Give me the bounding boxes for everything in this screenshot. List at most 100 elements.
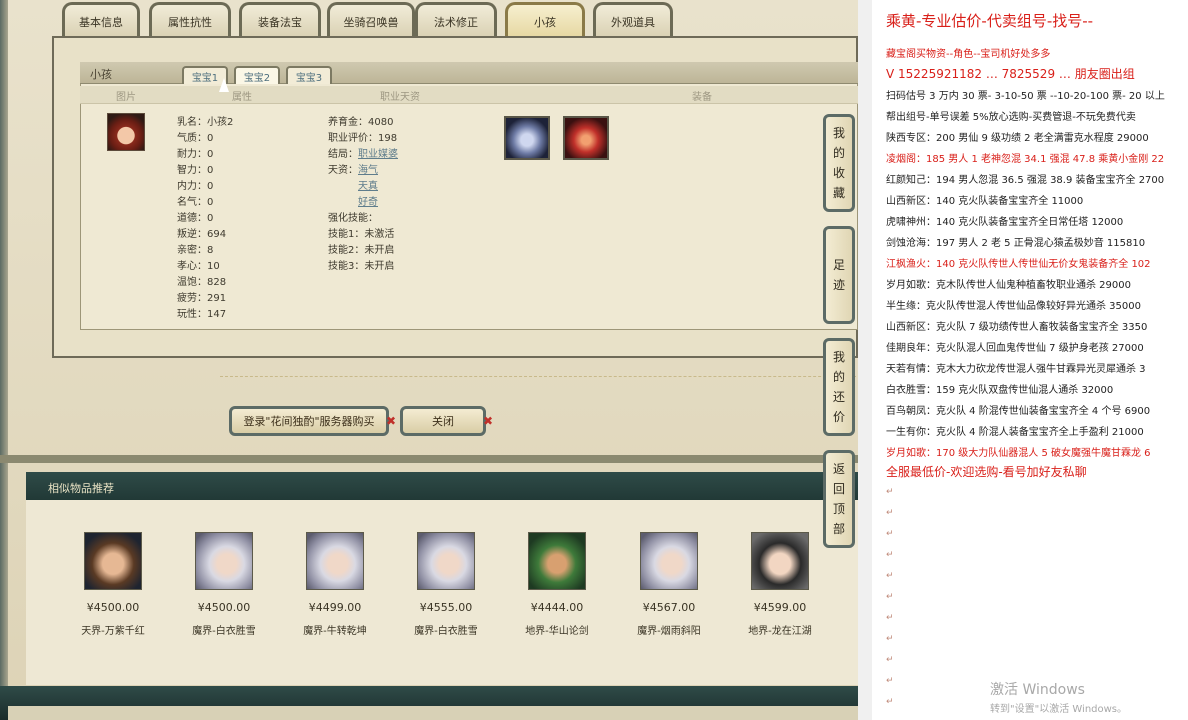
doc-line: 百鸟朝凤：克火队 4 阶混传世仙装备宝宝齐全 4 个号 6900 xyxy=(886,406,1151,417)
paragraph-mark-icon: ↵ xyxy=(886,508,894,518)
similar-item[interactable]: ¥4500.00 天界-万紫千红 xyxy=(68,532,158,637)
similar-item[interactable]: ¥4500.00 魔界-白衣胜雪 xyxy=(179,532,269,637)
stat-temperament: 气质：0 xyxy=(177,133,214,144)
doc-line: 虎啸神州：140 克火队装备宝宝齐全日常任塔 12000 xyxy=(886,217,1124,228)
talent-link-1[interactable]: 海气 xyxy=(358,165,378,176)
kid-avatar xyxy=(107,113,145,151)
stat-endurance: 耐力：0 xyxy=(177,149,214,160)
windows-activation-watermark: 激活 Windows xyxy=(990,682,1085,698)
character-portrait[interactable] xyxy=(306,532,364,590)
doc-line: 山西新区：140 克火队装备宝宝齐全 11000 xyxy=(886,196,1084,207)
section-divider xyxy=(0,455,858,463)
column-image: 图片 xyxy=(116,92,136,103)
tab-attributes[interactable]: 属性抗性 xyxy=(149,2,231,38)
item-name[interactable]: 魔界-烟雨斜阳 xyxy=(624,622,714,637)
windows-activation-hint: 转到"设置"以激活 Windows。 xyxy=(990,704,1128,715)
doc-line: 红颜知己：194 男人忽混 36.5 强混 38.9 装备宝宝齐全 2700 xyxy=(886,175,1165,186)
label-char: 我 xyxy=(832,126,845,140)
paragraph-mark-icon: ↵ xyxy=(886,697,894,707)
tab-spell-mods[interactable]: 法术修正 xyxy=(415,2,497,38)
item-name[interactable]: 天界-万紫千红 xyxy=(68,622,158,637)
talent-link-3[interactable]: 好奇 xyxy=(358,193,378,208)
close-button[interactable]: 关闭 xyxy=(400,406,486,436)
doc-line: 岁月如歌：170 级大力队仙器混人 5 破女魔强牛魔甘霖龙 6 xyxy=(886,448,1151,459)
item-name[interactable]: 魔界-牛转乾坤 xyxy=(290,622,380,637)
stat-name: 乳名：小孩2 xyxy=(177,117,234,128)
paragraph-mark-icon: ↵ xyxy=(886,550,894,560)
similar-items-title: 相似物品推荐 xyxy=(48,482,114,495)
character-portrait[interactable] xyxy=(195,532,253,590)
similar-item[interactable]: ¥4599.00 地界-龙在江湖 xyxy=(735,532,825,637)
doc-line: 乘黄-专业估价-代卖组号-找号-- xyxy=(886,12,1094,30)
stat-skill2: 技能2：未开启 xyxy=(328,245,395,256)
column-talent: 职业天资 xyxy=(380,92,420,103)
my-offers-button[interactable]: 我 的 还 价 xyxy=(823,338,855,436)
stat-skill1: 技能1：未激活 xyxy=(328,229,395,240)
similar-item[interactable]: ¥4499.00 魔界-牛转乾坤 xyxy=(290,532,380,637)
character-portrait[interactable] xyxy=(84,532,142,590)
label-char: 返 xyxy=(832,462,845,476)
stat-talent: 天资：海气 xyxy=(328,161,378,176)
buy-on-server-button[interactable]: 登录"花间独酌"服务器购买 xyxy=(229,406,389,436)
character-portrait[interactable] xyxy=(417,532,475,590)
footprints-button[interactable]: 足 迹 xyxy=(823,226,855,324)
paragraph-mark-icon: ↵ xyxy=(886,487,894,497)
bottom-strip xyxy=(8,706,858,720)
paragraph-mark-icon: ↵ xyxy=(886,634,894,644)
kid-panel-title: 小孩 xyxy=(90,68,112,81)
paragraph-mark-icon: ↵ xyxy=(886,592,894,602)
equipment-armor-icon[interactable] xyxy=(504,116,550,160)
close-x-icon-2: ✖ xyxy=(483,414,494,428)
equipment-shoes-icon[interactable] xyxy=(563,116,609,160)
item-name[interactable]: 地界-龙在江湖 xyxy=(735,622,825,637)
paragraph-mark-icon: ↵ xyxy=(886,676,894,686)
doc-line: 凌烟阁：185 男人 1 老神忽混 34.1 强混 47.8 乘黄小金刚 22 xyxy=(886,154,1165,165)
label-char: 还 xyxy=(832,390,845,404)
item-name[interactable]: 魔界-白衣胜雪 xyxy=(179,622,269,637)
stat-fullness: 温饱：828 xyxy=(177,277,227,288)
paragraph-mark-icon: ↵ xyxy=(886,571,894,581)
subtab-baby2[interactable]: 宝宝2 xyxy=(234,66,280,84)
stat-raising-fund: 养育金：4080 xyxy=(328,117,394,128)
game-window: 基本信息 属性抗性 装备法宝 坐骑召唤兽 法术修正 小孩 外观道具 小孩 宝宝1… xyxy=(0,0,858,720)
item-name[interactable]: 地界-华山论剑 xyxy=(512,622,602,637)
character-portrait[interactable] xyxy=(528,532,586,590)
item-price: ¥4599.00 xyxy=(753,601,807,614)
tab-appearance[interactable]: 外观道具 xyxy=(593,2,673,38)
tab-equipment[interactable]: 装备法宝 xyxy=(239,2,321,38)
item-price: ¥4444.00 xyxy=(530,601,584,614)
stat-intelligence: 智力：0 xyxy=(177,165,214,176)
label-char: 回 xyxy=(832,482,845,496)
back-to-top-button[interactable]: 返 回 顶 部 xyxy=(823,450,855,548)
subtab-baby3[interactable]: 宝宝3 xyxy=(286,66,332,84)
similar-item[interactable]: ¥4567.00 魔界-烟雨斜阳 xyxy=(624,532,714,637)
talent-link-2[interactable]: 天真 xyxy=(358,177,378,192)
similar-item[interactable]: ¥4555.00 魔界-白衣胜雪 xyxy=(401,532,491,637)
doc-line: 半生缘：克火队传世混人传世仙品像较好异光通杀 35000 xyxy=(886,301,1141,312)
my-favorites-button[interactable]: 我 的 收 藏 xyxy=(823,114,855,212)
tab-basic-info[interactable]: 基本信息 xyxy=(62,2,140,38)
label-char: 迹 xyxy=(832,278,845,292)
paragraph-mark-icon: ↵ xyxy=(886,529,894,539)
item-price: ¥4555.00 xyxy=(419,601,473,614)
column-attributes: 属性 xyxy=(232,92,252,103)
doc-line: 帮出组号-单号误差 5%放心选购-买费管退-不玩免费代卖 xyxy=(886,112,1136,123)
doc-line: 陕西专区：200 男仙 9 级功绩 2 老全满雷克水程度 29000 xyxy=(886,133,1149,144)
item-name[interactable]: 魔界-白衣胜雪 xyxy=(401,622,491,637)
stat-talent-label: 天资： xyxy=(328,165,358,176)
tab-mount-summon[interactable]: 坐骑召唤兽 xyxy=(327,2,415,38)
ending-link[interactable]: 职业媒婆 xyxy=(358,149,398,160)
similar-item[interactable]: ¥4444.00 地界-华山论剑 xyxy=(512,532,602,637)
tab-kid[interactable]: 小孩 xyxy=(505,2,585,38)
stat-skill3: 技能3：未开启 xyxy=(328,261,395,272)
doc-line: 全服最低价-欢迎选购-看号加好友私聊 xyxy=(886,465,1087,479)
item-price: ¥4500.00 xyxy=(197,601,251,614)
item-price: ¥4567.00 xyxy=(642,601,696,614)
dotted-divider xyxy=(220,376,856,377)
doc-line: 一生有你：克火队 4 阶混人装备宝宝齐全上手盈利 21000 xyxy=(886,427,1144,438)
doc-line: 藏宝阁买物资--角色--宝司机好处多多 xyxy=(886,49,1051,60)
character-portrait[interactable] xyxy=(640,532,698,590)
character-portrait[interactable] xyxy=(751,532,809,590)
stat-filial: 孝心：10 xyxy=(177,261,220,272)
label-char: 足 xyxy=(832,258,845,272)
